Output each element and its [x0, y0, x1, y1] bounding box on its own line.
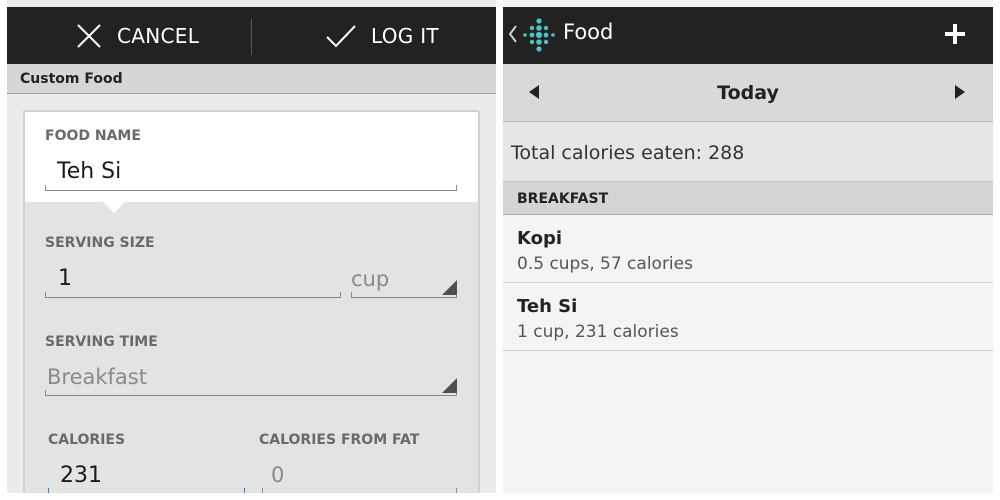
calories-from-fat-underline [262, 488, 457, 493]
custom-food-screen: CANCEL LOG IT Custom Food FOOD NAME Teh … [7, 0, 496, 493]
calories-field[interactable]: 231 [60, 463, 102, 488]
back-to-home-button[interactable]: Food [503, 7, 618, 64]
total-calories-bar: Total calories eaten: 288 [503, 122, 993, 182]
serving-size-label: SERVING SIZE [45, 235, 155, 251]
meal-header-label: BREAKFAST [517, 191, 609, 207]
serving-time-label: SERVING TIME [45, 334, 158, 350]
food-name-underline [45, 185, 457, 191]
list-item[interactable]: Kopi 0.5 cups, 57 calories [503, 215, 993, 283]
screen-title: Food [563, 20, 614, 44]
food-form-card: FOOD NAME Teh Si SERVING SIZE 1 cup SERV… [23, 110, 480, 493]
action-divider [251, 19, 252, 55]
arrow-right-icon[interactable] [953, 84, 967, 100]
serving-time-select[interactable]: Breakfast [47, 365, 147, 389]
serving-size-underline [45, 292, 341, 298]
list-item[interactable]: Teh Si 1 cup, 231 calories [503, 283, 993, 351]
total-calories-text: Total calories eaten: 288 [511, 142, 745, 164]
log-it-button[interactable]: LOG IT [325, 7, 439, 64]
calories-from-fat-field[interactable]: 0 [271, 463, 284, 487]
date-label: Today [717, 82, 779, 104]
serving-size-field[interactable]: 1 [58, 266, 72, 291]
check-icon [326, 24, 356, 47]
fitbit-logo-icon [523, 18, 555, 52]
cancel-button[interactable]: CANCEL [75, 7, 199, 64]
food-name-field[interactable]: Teh Si [57, 159, 121, 184]
plus-icon[interactable] [942, 21, 968, 47]
food-item-name: Kopi [517, 228, 563, 249]
date-navigator: Today [503, 64, 993, 122]
calories-label: CALORIES [48, 432, 126, 448]
dropdown-arrow-icon [442, 378, 457, 393]
calories-from-fat-label: CALORIES FROM FAT [259, 432, 420, 448]
calories-underline [48, 488, 245, 493]
meal-header: BREAKFAST [503, 182, 993, 215]
close-icon [77, 23, 101, 48]
back-chevron-icon [508, 25, 517, 43]
section-header: Custom Food [7, 64, 496, 94]
card-notch [101, 200, 127, 213]
food-item-detail: 1 cup, 231 calories [517, 322, 679, 342]
section-title: Custom Food [20, 71, 123, 87]
food-item-detail: 0.5 cups, 57 calories [517, 254, 693, 274]
log-it-label: LOG IT [371, 23, 439, 48]
food-name-label: FOOD NAME [45, 128, 141, 144]
food-item-name: Teh Si [517, 296, 578, 317]
serving-unit-select[interactable]: cup [351, 267, 389, 291]
food-log-screen: Food Today Total calories eaten: 288 BRE… [503, 0, 993, 493]
dropdown-arrow-icon [442, 280, 457, 295]
action-bar: CANCEL LOG IT [7, 7, 496, 64]
serving-time-underline [45, 390, 457, 396]
action-bar: Food [503, 7, 993, 64]
cancel-label: CANCEL [117, 23, 200, 48]
